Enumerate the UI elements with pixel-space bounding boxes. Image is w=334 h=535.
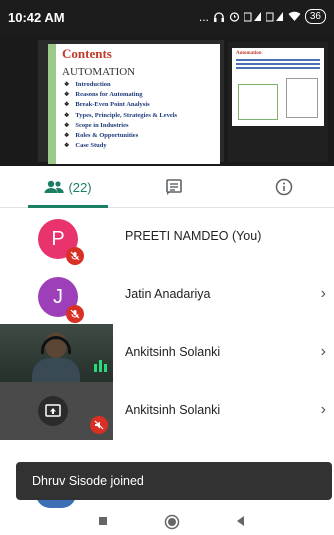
speaking-icon — [94, 360, 107, 372]
alarm-icon — [229, 12, 239, 22]
slide-item: Introduction — [64, 80, 220, 90]
avatar-initial: J — [53, 285, 63, 308]
battery-level: 36 — [304, 9, 326, 24]
participant-row[interactable]: J Jatin Anadariya › — [0, 266, 334, 324]
slide-item: Roles & Opportunities — [64, 131, 220, 141]
signal-2-icon — [265, 12, 283, 22]
avatar-initial: P — [51, 227, 65, 250]
thumbnail-title: Automation — [236, 51, 262, 56]
presentation-tile — [0, 382, 113, 440]
slide-item: Reasons for Automating — [64, 90, 220, 100]
info-icon — [275, 178, 293, 196]
participant-list: P PREETI NAMDEO (You) J Jatin Anadariya … — [0, 208, 334, 440]
participant-row[interactable]: Ankitsinh Solanki › — [0, 324, 334, 382]
wifi-icon — [288, 11, 301, 21]
thumbnail-line — [236, 59, 320, 61]
presentation-view: Contents AUTOMATION Introduction Reasons… — [38, 40, 224, 164]
slide-item: Types, Principle, Strategies & Levels — [64, 111, 220, 121]
snackbar-message: Dhruv Sisode joined — [32, 474, 144, 488]
thumbnail-line — [236, 63, 320, 65]
participant-name: Ankitsinh Solanki — [125, 403, 221, 417]
chevron-right-icon[interactable]: › — [321, 343, 326, 361]
participant-video — [0, 324, 113, 382]
headphones-icon — [213, 11, 224, 22]
video-person-body — [32, 358, 80, 382]
participant-row[interactable]: Ankitsinh Solanki › — [0, 382, 334, 440]
slide-item: Break-Even Point Analysis — [64, 100, 220, 110]
participant-name: Jatin Anadariya — [125, 287, 211, 301]
tab-info[interactable] — [268, 166, 300, 208]
nav-bar — [0, 508, 334, 535]
status-overflow: ... — [198, 9, 209, 24]
participant-name: PREETI NAMDEO (You) — [125, 229, 262, 243]
people-icon — [44, 180, 65, 193]
mic-off-icon — [66, 305, 84, 323]
thumbnail-figure — [286, 78, 318, 118]
nav-home-icon[interactable] — [164, 514, 180, 530]
participant-row[interactable]: P PREETI NAMDEO (You) — [0, 208, 334, 266]
slide-list: Introduction Reasons for Automating Brea… — [64, 80, 220, 151]
slide: Contents AUTOMATION Introduction Reasons… — [48, 44, 220, 164]
nav-recents-icon[interactable] — [96, 514, 110, 528]
shared-screen[interactable]: Contents AUTOMATION Introduction Reasons… — [0, 36, 334, 166]
chevron-right-icon[interactable]: › — [321, 401, 326, 419]
nav-back-icon[interactable] — [234, 514, 246, 528]
slide-thumbnail[interactable]: Automation — [232, 48, 324, 126]
tab-people[interactable]: (22) — [28, 166, 108, 208]
present-screen-icon — [38, 396, 68, 426]
meeting-tabs: (22) — [0, 166, 334, 208]
status-icons: ... 36 — [199, 9, 326, 24]
slide-title: Contents — [62, 46, 112, 61]
status-time: 10:42 AM — [8, 10, 65, 25]
participant-name: Ankitsinh Solanki — [125, 345, 221, 359]
tab-chat[interactable] — [158, 166, 190, 208]
chat-icon — [166, 179, 182, 195]
mic-off-icon — [90, 416, 108, 434]
slide-thumbnail-panel[interactable]: Automation — [228, 42, 328, 162]
slide-item: Scope in Industries — [64, 121, 220, 131]
slide-subtitle: AUTOMATION — [62, 66, 136, 78]
slide-item: Case Study — [64, 141, 220, 151]
status-bar: 10:42 AM ... 36 — [0, 0, 334, 36]
thumbnail-textbox — [238, 84, 278, 120]
people-count: (22) — [68, 179, 92, 195]
mic-off-icon — [66, 247, 84, 265]
snackbar: Dhruv Sisode joined — [16, 462, 332, 500]
thumbnail-line — [236, 67, 320, 69]
chevron-right-icon[interactable]: › — [321, 285, 326, 303]
signal-1-icon — [243, 12, 261, 22]
